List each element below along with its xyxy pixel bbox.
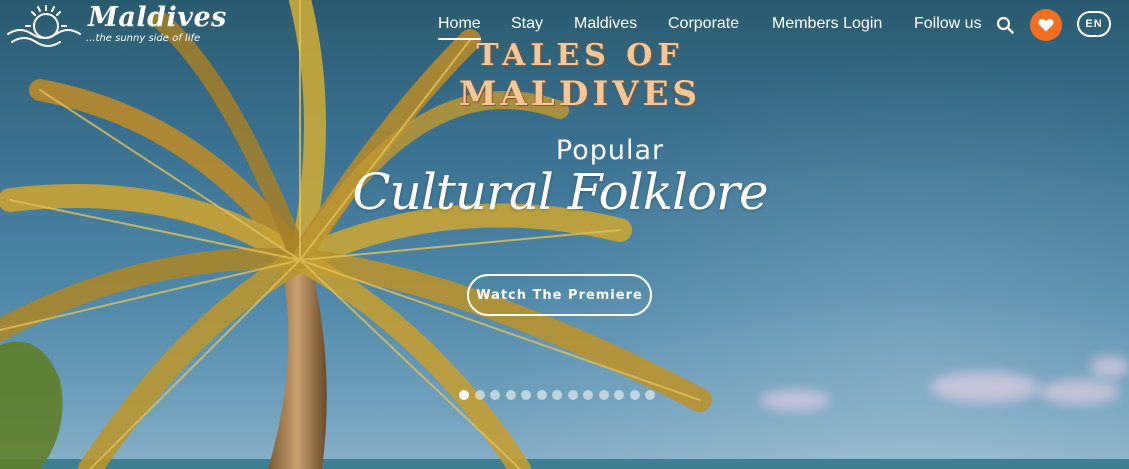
carousel-dot[interactable] xyxy=(474,390,485,400)
title-line2: MALDIVES xyxy=(458,74,702,114)
carousel-dot[interactable] xyxy=(521,390,531,400)
search-icon[interactable] xyxy=(996,16,1014,39)
site-logo[interactable]: Maldives ...the sunny side of life xyxy=(6,0,226,52)
title-line1: TALES OF xyxy=(476,38,684,73)
carousel-dot[interactable] xyxy=(536,390,547,400)
carousel-dot[interactable] xyxy=(645,390,655,400)
heart-icon xyxy=(1038,18,1054,32)
nav-item-maldives[interactable]: Maldives xyxy=(574,15,637,33)
tales-of-maldives-title: TALES OF MALDIVES xyxy=(420,38,740,114)
carousel-dot[interactable] xyxy=(583,390,593,400)
carousel-dot[interactable] xyxy=(629,390,640,400)
carousel-dot[interactable] xyxy=(614,390,624,400)
brand-name: Maldives xyxy=(88,2,227,33)
nav-item-home[interactable]: Home xyxy=(438,15,481,40)
nav-item-follow-us[interactable]: Follow us xyxy=(914,15,982,33)
nav-item-stay[interactable]: Stay xyxy=(511,15,543,33)
carousel-dot[interactable] xyxy=(490,390,500,400)
carousel-dot[interactable] xyxy=(459,390,469,400)
hero-subtitle: Popular xyxy=(555,135,665,166)
carousel-dot[interactable] xyxy=(567,390,578,400)
sun-wave-logo-icon xyxy=(7,5,81,47)
language-selector[interactable]: EN xyxy=(1077,11,1111,37)
carousel-dot[interactable] xyxy=(505,390,516,400)
carousel-dot[interactable] xyxy=(552,390,562,400)
nav-item-members-login[interactable]: Members Login xyxy=(772,15,882,33)
nav-item-corporate[interactable]: Corporate xyxy=(668,15,739,33)
hero-headline: Cultural Folklore xyxy=(352,163,768,221)
carousel-dot[interactable] xyxy=(598,390,609,400)
favorites-button[interactable] xyxy=(1030,9,1062,41)
watch-premiere-button[interactable]: Watch The Premiere xyxy=(467,274,652,316)
brand-tagline: ...the sunny side of life xyxy=(86,33,201,44)
